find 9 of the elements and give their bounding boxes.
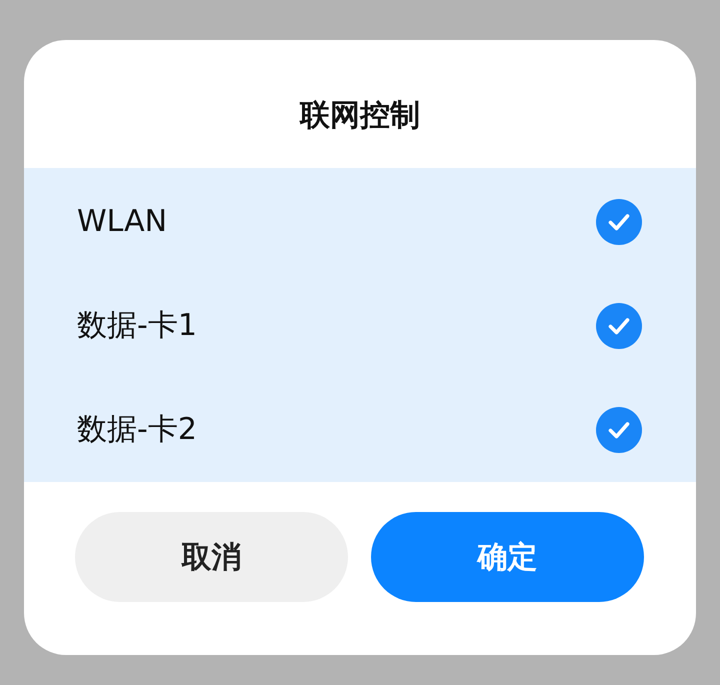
option-label: 数据-卡1 (77, 307, 197, 345)
dialog-title: 联网控制 (300, 97, 420, 135)
checked-checkbox-icon[interactable] (596, 303, 642, 349)
checked-checkbox-icon[interactable] (596, 199, 642, 245)
confirm-button[interactable]: 确定 (371, 512, 644, 602)
checked-checkbox-icon[interactable] (596, 407, 642, 453)
option-label: WLAN (77, 203, 168, 241)
option-label: 数据-卡2 (77, 411, 197, 449)
cancel-button[interactable]: 取消 (75, 512, 348, 602)
